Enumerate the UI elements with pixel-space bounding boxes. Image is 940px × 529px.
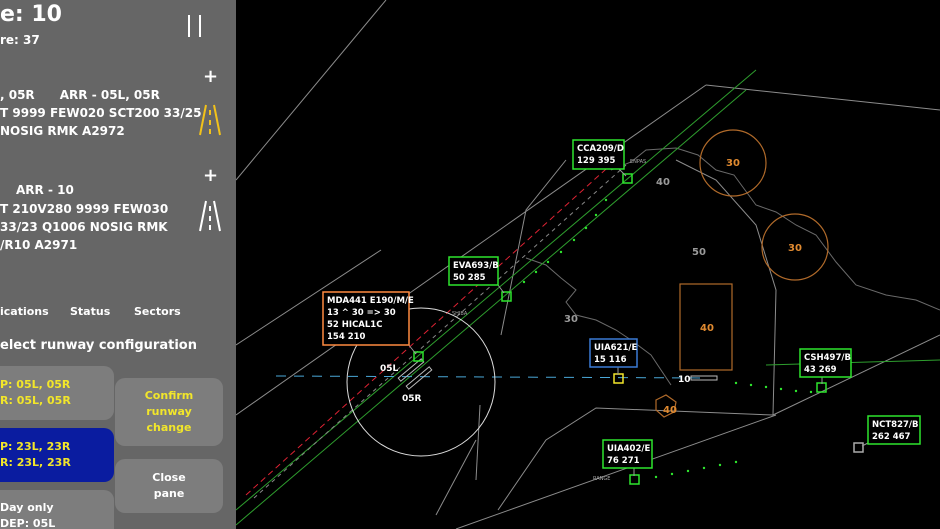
- runway-label: 05R: [402, 394, 422, 404]
- tag-route: 52 HICAL1C: [327, 320, 382, 330]
- config-day-button[interactable]: Day only DEP: 05L: [0, 490, 114, 529]
- confirm-runway-change-button[interactable]: Confirm runway change: [115, 378, 223, 446]
- airport-2-metar-1: T 210V280 9999 FEW030: [0, 202, 169, 216]
- tag-callsign: NCT827/B: [872, 420, 918, 430]
- airport-2-runways: ARR - 10: [16, 183, 74, 197]
- add-airport-1-icon[interactable]: +: [203, 66, 218, 87]
- config-day-line-1: Day only: [0, 501, 54, 514]
- altitude-label: 30: [726, 158, 740, 169]
- pause-icon[interactable]: [186, 15, 204, 37]
- tag-data: 76 271: [607, 456, 640, 466]
- tag-data: 129 395: [577, 156, 616, 166]
- close-pane-button[interactable]: Close pane: [115, 459, 223, 513]
- tag-data: 13 ^ 30 => 30: [327, 308, 396, 318]
- tag-callsign: EVA693/B: [453, 261, 499, 271]
- section-title: elect runway configuration: [0, 338, 197, 353]
- tag-callsign: CCA209/D: [577, 144, 624, 154]
- data-tags: CCA209/D 129 395 EVA693/B 50 285 MDA441 …: [322, 139, 921, 469]
- runway-label: 05L: [380, 364, 399, 374]
- add-airport-2-icon[interactable]: +: [203, 165, 218, 186]
- trajectory-dots: [522, 198, 813, 479]
- tag-data: 43 269: [804, 365, 837, 375]
- coastline: [525, 147, 940, 386]
- airport-1-metar-2: NOSIG RMK A2972: [0, 124, 125, 138]
- tag-uia402[interactable]: UIA402/E 76 271: [602, 439, 653, 469]
- altitude-label: 40: [663, 405, 677, 416]
- tag-speed: 154 210: [327, 332, 366, 342]
- tag-csh497[interactable]: CSH497/B 43 269: [799, 348, 852, 378]
- config-05-line-1: P: 05L, 05R: [0, 378, 71, 391]
- runway-label: 10: [678, 375, 691, 385]
- tag-cca209[interactable]: CCA209/D 129 395: [572, 139, 625, 170]
- close-label-1: Close: [152, 471, 186, 484]
- control-panel: e: 10 re: 37 + , 05R ARR - 05L, 05R T 99…: [0, 0, 236, 529]
- tag-callsign: MDA441 E190/M/E: [327, 296, 414, 306]
- fix-label: ENPAS: [630, 159, 646, 165]
- runway-icon: [199, 200, 221, 232]
- config-05-line-2: R: 05L, 05R: [0, 394, 71, 407]
- confirm-label-1: Confirm: [144, 389, 194, 402]
- radar-scope[interactable]: 40 50 30 30 30 40 40 05L 05R 10 ENPAS SH…: [236, 0, 940, 529]
- fix-labels: ENPAS SHIBA RANGE: [452, 159, 646, 482]
- airport-1-runways: , 05R ARR - 05L, 05R: [0, 88, 160, 102]
- fix-label: RANGE: [593, 476, 610, 482]
- airport-2-metar-2: 33/23 Q1006 NOSIG RMK: [0, 220, 168, 234]
- tag-uia621[interactable]: UIA621/E 15 116: [589, 338, 638, 368]
- config-day-line-2: DEP: 05L: [0, 517, 56, 529]
- radar-map: 40 50 30 30 30 40 40 05L 05R 10 ENPAS SH…: [236, 0, 940, 529]
- runway-labels: 05L 05R 10: [380, 364, 691, 404]
- config-23-line-2: R: 23L, 23R: [0, 456, 71, 469]
- tab-status[interactable]: Status: [70, 305, 110, 318]
- airport-1-metar-1: T 9999 FEW020 SCT200 33/25: [0, 106, 202, 120]
- altitude-label: 30: [564, 314, 578, 325]
- altitude-label: 40: [656, 177, 670, 188]
- tag-data: 50 285: [453, 273, 486, 283]
- tag-callsign: CSH497/B: [804, 353, 851, 363]
- tag-mda441[interactable]: MDA441 E190/M/E 13 ^ 30 => 30 52 HICAL1C…: [322, 291, 414, 346]
- confirm-label-2: runway: [146, 405, 192, 418]
- runways: [397, 358, 718, 390]
- fix-label: SHIBA: [452, 311, 468, 317]
- confirm-label-3: change: [146, 421, 192, 434]
- aircraft-targets: [413, 173, 864, 485]
- sector-boundaries: [236, 0, 940, 529]
- tag-data: 15 116: [594, 355, 627, 365]
- tag-callsign: UIA402/E: [607, 444, 650, 454]
- tag-nct827[interactable]: NCT827/B 262 467: [867, 415, 921, 445]
- score-subtitle: re: 37: [0, 33, 40, 47]
- runway-active-icon: [199, 104, 221, 136]
- config-23-button[interactable]: P: 23L, 23R R: 23L, 23R: [0, 428, 114, 482]
- tab-sectors[interactable]: Sectors: [134, 305, 181, 318]
- score-title: e: 10: [0, 2, 62, 27]
- close-label-2: pane: [153, 487, 185, 500]
- altitude-label: 30: [788, 243, 802, 254]
- config-23-line-1: P: 23L, 23R: [0, 440, 71, 453]
- altitude-label: 50: [692, 247, 706, 258]
- aircraft-symbol[interactable]: [613, 373, 624, 384]
- tab-communications[interactable]: ications: [0, 305, 49, 318]
- aircraft-symbol[interactable]: [629, 474, 640, 485]
- airport-2-metar-3: /R10 A2971: [0, 238, 78, 252]
- tag-callsign: UIA621/E: [594, 343, 637, 353]
- config-05-button[interactable]: P: 05L, 05R R: 05L, 05R: [0, 366, 114, 420]
- aircraft-symbol[interactable]: [853, 442, 864, 453]
- tag-eva693[interactable]: EVA693/B 50 285: [448, 256, 499, 286]
- altitude-label: 40: [700, 323, 714, 334]
- tag-data: 262 467: [872, 432, 911, 442]
